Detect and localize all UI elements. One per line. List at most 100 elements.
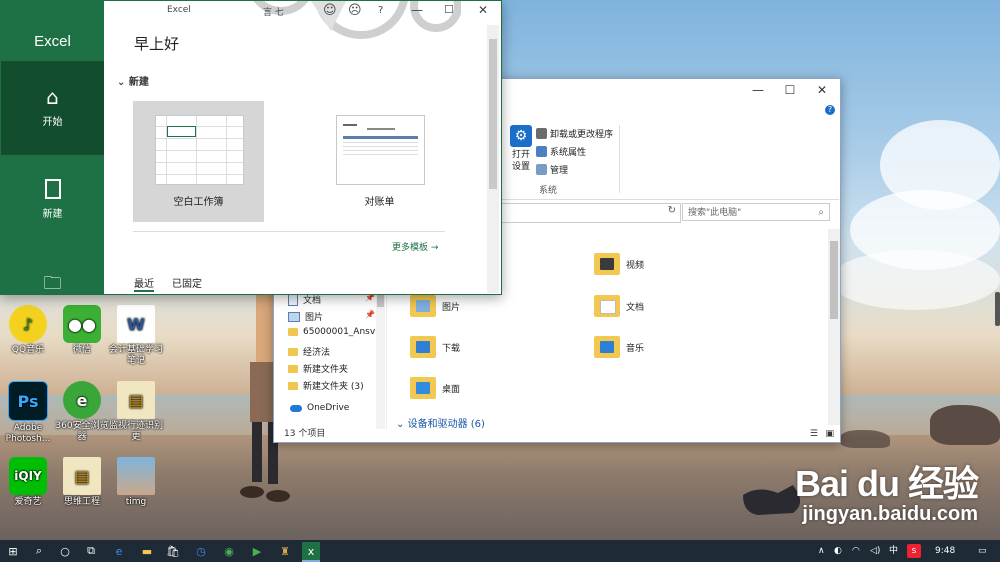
clock-app-icon[interactable]: ◷ xyxy=(192,542,210,560)
folder-label: 视频 xyxy=(626,260,645,271)
store-icon[interactable]: 🛍 xyxy=(164,542,182,560)
onedrive-icon xyxy=(290,404,302,412)
tab-pinned[interactable]: 已固定 xyxy=(172,275,202,292)
large-icons-view-icon[interactable]: ▣ xyxy=(825,427,834,442)
minimize-button[interactable]: — xyxy=(742,79,774,101)
tray-app-icon[interactable]: ◐ xyxy=(834,540,842,562)
folder-open-icon: 🗀 xyxy=(43,273,62,294)
manage-label: 管理 xyxy=(550,166,569,176)
section-new-label: 新建 xyxy=(128,77,149,88)
maximize-button[interactable]: ☐ xyxy=(774,79,806,101)
notification-icon[interactable]: ▭ xyxy=(978,540,987,562)
nav-item-folder[interactable]: 经济法 xyxy=(288,345,330,358)
excel-scrollbar[interactable] xyxy=(487,25,499,293)
user-name[interactable]: 言 七 xyxy=(263,5,284,18)
nav-item-folder[interactable]: 新建文件夹 xyxy=(288,362,348,375)
icon-label: 爱奇艺 xyxy=(14,497,42,507)
desktop-icon-timg[interactable]: timg xyxy=(108,457,164,508)
refresh-icon[interactable]: ↻ xyxy=(668,205,676,216)
icon-label: Adobe Photosh... xyxy=(5,423,51,444)
system-properties-button[interactable]: 系统属性 xyxy=(536,145,586,158)
desktop-icon-360browser[interactable]: e 360安全浏览器 xyxy=(54,381,110,443)
open-settings-button[interactable]: ⚙ 打开 设置 xyxy=(504,125,538,173)
close-button[interactable]: ✕ xyxy=(806,79,838,101)
smile-feedback-icon[interactable]: ☺ xyxy=(323,3,337,18)
template-statement[interactable]: 对账单 xyxy=(314,101,445,222)
clock[interactable]: 9:48 xyxy=(935,540,955,562)
desktop-icon-iqiyi[interactable]: iQIY 爱奇艺 xyxy=(0,457,56,508)
uninstall-program-button[interactable]: 卸载或更改程序 xyxy=(536,127,613,140)
search-input[interactable]: 搜索"此电脑" ⌕ xyxy=(682,203,830,221)
minimize-button[interactable]: — xyxy=(411,3,423,17)
folder-pictures[interactable]: 图片 xyxy=(410,295,460,317)
address-bar[interactable]: ↻ xyxy=(499,203,681,223)
desktop-icon-zip-file[interactable]: ▤ 监视行迹识别更 xyxy=(108,381,164,443)
search-placeholder: 搜索"此电脑" xyxy=(688,208,742,218)
play-store-icon[interactable]: ▶ xyxy=(248,542,266,560)
more-templates-link[interactable]: 更多模板 → xyxy=(392,240,438,253)
nav-label: 新建文件夹 (3) xyxy=(303,382,364,392)
icon-label: 监视行迹识别更 xyxy=(108,421,163,442)
template-label: 对账单 xyxy=(364,197,395,208)
folder-documents[interactable]: 文档 xyxy=(594,295,644,317)
folder-videos[interactable]: 视频 xyxy=(594,253,644,275)
nav-item-folder[interactable]: 65000001_Ansv xyxy=(288,327,375,337)
browser-360-icon: e xyxy=(63,381,101,419)
windows-start-icon[interactable]: ⊞ xyxy=(4,542,22,560)
window-title: Excel xyxy=(167,5,191,15)
folder-icon xyxy=(288,381,298,390)
app-icon[interactable]: ♜ xyxy=(276,542,294,560)
nav-home[interactable]: ⌂ 开始 xyxy=(1,61,104,155)
nav-item-pictures[interactable]: 图片 xyxy=(288,310,323,323)
excel-window: Excel ⌂ 开始 新建 🗀 Excel 言 七 ☺ ☹ ? — ☐ ✕ 早上… xyxy=(0,0,502,295)
folder-desktop[interactable]: 桌面 xyxy=(410,377,460,399)
watermark-url: jingyan.baidu.com xyxy=(802,503,978,525)
folder-music[interactable]: 音乐 xyxy=(594,336,644,358)
desktop-icon-word-doc[interactable]: W 会计基础学习笔记 xyxy=(108,305,164,367)
close-button[interactable]: ✕ xyxy=(478,3,488,17)
tab-recent[interactable]: 最近 xyxy=(134,275,154,292)
volume-icon[interactable]: ◁) xyxy=(870,540,880,562)
content-scroll-thumb[interactable] xyxy=(830,241,838,319)
help-icon[interactable]: ? xyxy=(825,105,835,115)
edge-scroll-handle[interactable] xyxy=(995,292,1000,326)
sogou-ime-icon[interactable]: s xyxy=(907,544,921,558)
statement-thumbnail xyxy=(336,115,425,185)
content-scrollbar[interactable] xyxy=(828,229,840,425)
browser-360-icon[interactable]: ◉ xyxy=(220,542,238,560)
desktop-icon-qqmusic[interactable]: ♪ QQ音乐 xyxy=(0,305,56,356)
tray-overflow-icon[interactable]: ∧ xyxy=(818,540,825,562)
archive-file-icon: ▤ xyxy=(63,457,101,495)
file-explorer-icon[interactable]: ▬ xyxy=(138,542,156,560)
details-view-icon[interactable]: ☰ xyxy=(810,427,818,442)
frown-feedback-icon[interactable]: ☹ xyxy=(348,3,362,18)
zip-file-icon: ▤ xyxy=(117,381,155,419)
nav-new[interactable]: 新建 xyxy=(1,155,104,249)
folder-label: 下载 xyxy=(442,343,461,354)
maximize-button[interactable]: ☐ xyxy=(444,3,454,16)
nav-scrollbar[interactable] xyxy=(376,287,385,429)
settings-label: 设置 xyxy=(511,162,530,172)
nav-open[interactable]: 🗀 xyxy=(1,249,104,294)
section-new-header[interactable]: ⌄ 新建 xyxy=(117,73,149,88)
template-blank-workbook[interactable]: 空白工作簿 xyxy=(133,101,264,222)
divider xyxy=(133,231,445,232)
nav-item-onedrive[interactable]: OneDrive xyxy=(290,403,349,413)
desktop-icon-archive[interactable]: ▤ 思维工程 xyxy=(54,457,110,508)
ime-indicator[interactable]: 中 xyxy=(889,540,898,562)
folder-downloads[interactable]: 下载 xyxy=(410,336,460,358)
task-view-icon[interactable]: ⧉ xyxy=(82,542,100,560)
search-icon[interactable]: ⌕ xyxy=(30,542,48,560)
excel-scroll-thumb[interactable] xyxy=(489,39,497,189)
wifi-icon[interactable]: ◠ xyxy=(852,540,860,562)
greeting-heading: 早上好 xyxy=(134,35,180,53)
help-button[interactable]: ? xyxy=(378,5,383,16)
excel-taskbar-icon[interactable]: x xyxy=(302,542,320,562)
manage-button[interactable]: 管理 xyxy=(536,163,568,176)
desktop-icon-wechat[interactable]: ●● 微信 xyxy=(54,305,110,356)
cortana-icon[interactable]: ○ xyxy=(56,542,74,560)
edge-browser-icon[interactable]: e xyxy=(110,542,128,560)
folder-icon xyxy=(288,347,298,356)
desktop-icon-photoshop[interactable]: Ps Adobe Photosh... xyxy=(0,381,56,445)
nav-item-folder[interactable]: 新建文件夹 (3) xyxy=(288,379,364,392)
